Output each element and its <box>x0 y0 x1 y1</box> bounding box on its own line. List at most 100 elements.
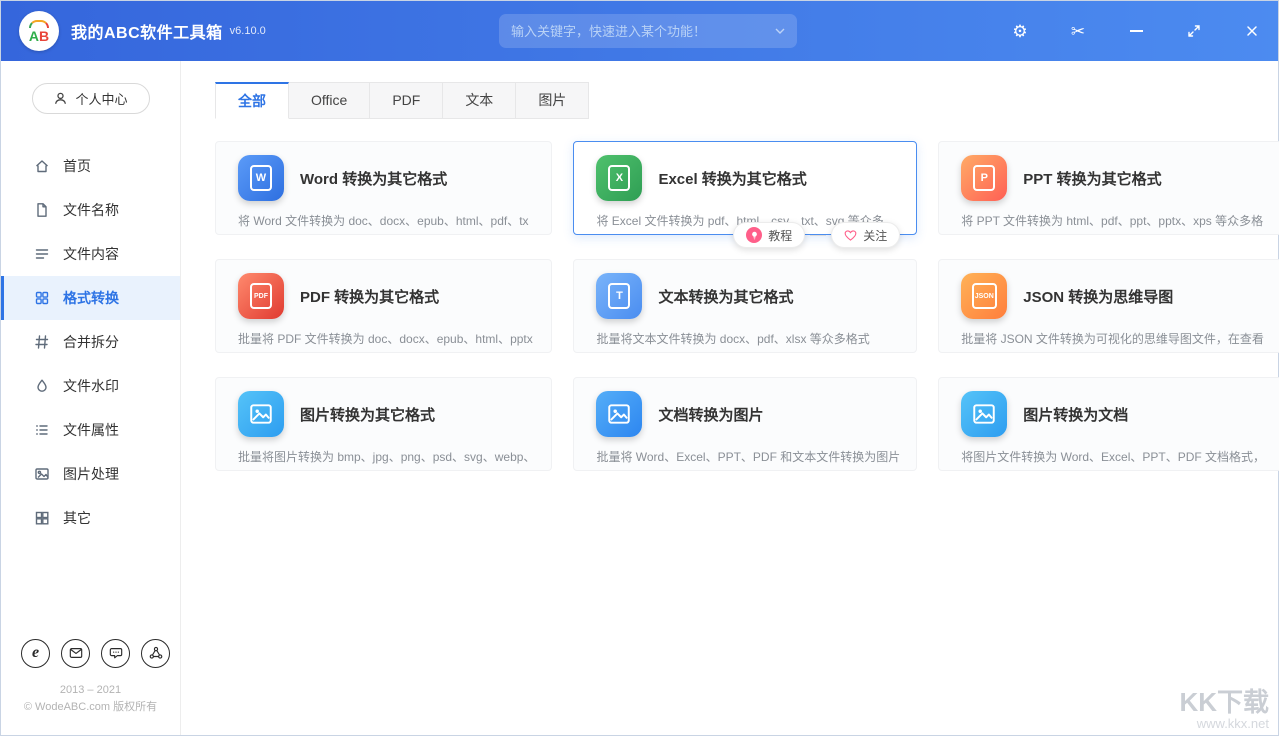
tab-office[interactable]: Office <box>289 82 370 119</box>
sidebar-item-file-watermark[interactable]: 文件水印 <box>1 364 180 408</box>
sidebar-item-merge-split[interactable]: 合并拆分 <box>1 320 180 364</box>
popover-connector <box>810 235 826 236</box>
card-doc-to-image[interactable]: 文档转换为图片 批量将 Word、Excel、PPT、PDF 和文本文件转换为图… <box>573 377 917 471</box>
excel-file-icon: X <box>596 155 642 201</box>
social-links: e <box>1 639 180 682</box>
card-desc: 批量将 Word、Excel、PPT、PDF 和文本文件转换为图片 <box>596 448 900 465</box>
tools-scissors-icon[interactable]: ✂ <box>1068 21 1088 41</box>
card-image-to-doc[interactable]: 图片转换为文档 将图片文件转换为 Word、Excel、PPT、PDF 文档格式… <box>938 377 1279 471</box>
share-icon[interactable] <box>141 639 170 668</box>
doc-to-image-icon <box>596 391 642 437</box>
card-desc: 批量将图片转换为 bmp、jpg、png、psd、svg、webp、 <box>238 448 535 465</box>
sidebar-item-file-name[interactable]: 文件名称 <box>1 188 180 232</box>
search-input[interactable] <box>511 24 775 39</box>
word-file-icon: W <box>238 155 284 201</box>
tab-image[interactable]: 图片 <box>516 82 589 119</box>
sidebar-item-format-convert[interactable]: 格式转换 <box>1 276 180 320</box>
tutorial-label: 教程 <box>768 227 792 244</box>
card-desc: 批量将文本文件转换为 docx、pdf、xlsx 等众多格式 <box>596 330 900 347</box>
card-title: PDF 转换为其它格式 <box>300 286 439 307</box>
window-controls: ⚙ ✂ <box>1010 1 1262 61</box>
main-panel: 全部 Office PDF 文本 图片 W Word 转换为其它格式 将 Wor… <box>181 61 1278 735</box>
tab-all[interactable]: 全部 <box>215 82 289 119</box>
mail-icon[interactable] <box>61 639 90 668</box>
file-attributes-icon <box>34 422 50 438</box>
others-grid-icon <box>34 510 50 526</box>
logo-rainbow-arc <box>29 20 49 28</box>
file-name-icon <box>34 202 50 218</box>
image-process-icon <box>34 466 50 482</box>
card-excel-convert[interactable]: X Excel 转换为其它格式 将 Excel 文件转换为 pdf、html、c… <box>573 141 917 235</box>
tab-pdf[interactable]: PDF <box>370 82 443 119</box>
image-file-icon <box>238 391 284 437</box>
app-version: v6.10.0 <box>230 25 266 37</box>
card-title: PPT 转换为其它格式 <box>1023 168 1161 189</box>
json-file-icon: JSON <box>961 273 1007 319</box>
follow-label: 关注 <box>863 227 887 244</box>
merge-split-icon <box>34 334 50 350</box>
chevron-down-icon[interactable] <box>775 28 785 34</box>
card-title: Excel 转换为其它格式 <box>658 168 806 189</box>
sidebar-item-home[interactable]: 首页 <box>1 144 180 188</box>
card-desc: 将图片文件转换为 Word、Excel、PPT、PDF 文档格式， <box>961 448 1265 465</box>
card-title: 文本转换为其它格式 <box>658 286 793 307</box>
close-button[interactable] <box>1242 21 1262 41</box>
card-image-convert[interactable]: 图片转换为其它格式 批量将图片转换为 bmp、jpg、png、psd、svg、w… <box>215 377 552 471</box>
watermark-drop-icon <box>34 378 50 394</box>
card-word-convert[interactable]: W Word 转换为其它格式 将 Word 文件转换为 doc、docx、epu… <box>215 141 552 235</box>
card-title: JSON 转换为思维导图 <box>1023 286 1173 307</box>
pdf-file-icon: PDF <box>238 273 284 319</box>
card-json-mindmap[interactable]: JSON JSON 转换为思维导图 批量将 JSON 文件转换为可视化的思维导图… <box>938 259 1279 353</box>
card-title: Word 转换为其它格式 <box>300 168 447 189</box>
category-tabs: 全部 Office PDF 文本 图片 <box>215 82 1240 119</box>
sidebar-item-others[interactable]: 其它 <box>1 496 180 540</box>
tab-text[interactable]: 文本 <box>443 82 516 119</box>
card-ppt-convert[interactable]: P PPT 转换为其它格式 将 PPT 文件转换为 html、pdf、ppt、p… <box>938 141 1279 235</box>
profile-center-button[interactable]: 个人中心 <box>32 83 150 114</box>
profile-label: 个人中心 <box>75 89 127 108</box>
copyright-years: 2013 – 2021 <box>1 682 180 700</box>
app-title: 我的ABC软件工具箱 <box>71 19 223 43</box>
card-hover-popover: 教程 关注 <box>733 222 900 248</box>
site-watermark: KK下载 www.kkx.net <box>1179 688 1269 731</box>
card-title: 文档转换为图片 <box>658 404 763 425</box>
watermark-url: www.kkx.net <box>1179 717 1269 731</box>
global-search[interactable] <box>499 14 797 48</box>
sidebar: 个人中心 首页 文件名称 文件内容 格式转换 <box>1 61 181 735</box>
lightbulb-icon <box>746 227 762 243</box>
sidebar-footer: e 2013 – 2021 © WodeABC.com 版权所有 <box>1 639 180 735</box>
settings-gear-icon[interactable]: ⚙ <box>1010 21 1030 41</box>
image-to-doc-icon <box>961 391 1007 437</box>
copyright: 2013 – 2021 © WodeABC.com 版权所有 <box>1 682 180 723</box>
card-title: 图片转换为文档 <box>1023 404 1128 425</box>
heart-icon <box>844 230 857 241</box>
file-content-icon <box>34 246 50 262</box>
text-file-icon: T <box>596 273 642 319</box>
minimize-button[interactable] <box>1126 21 1146 41</box>
ppt-file-icon: P <box>961 155 1007 201</box>
home-icon <box>34 158 50 174</box>
app-logo: AB <box>19 11 59 51</box>
format-convert-icon <box>34 290 50 306</box>
chat-icon[interactable] <box>101 639 130 668</box>
titlebar: AB 我的ABC软件工具箱 v6.10.0 ⚙ ✂ <box>1 1 1278 61</box>
person-icon <box>53 91 68 106</box>
sidebar-item-file-attributes[interactable]: 文件属性 <box>1 408 180 452</box>
card-desc: 将 Word 文件转换为 doc、docx、epub、html、pdf、tx <box>238 212 535 229</box>
copyright-owner: © WodeABC.com 版权所有 <box>1 699 180 717</box>
card-desc: 将 PPT 文件转换为 html、pdf、ppt、pptx、xps 等众多格 <box>961 212 1265 229</box>
card-title: 图片转换为其它格式 <box>300 404 435 425</box>
tutorial-button[interactable]: 教程 <box>733 222 805 248</box>
sidebar-item-image-process[interactable]: 图片处理 <box>1 452 180 496</box>
follow-button[interactable]: 关注 <box>831 222 900 248</box>
card-pdf-convert[interactable]: PDF PDF 转换为其它格式 批量将 PDF 文件转换为 doc、docx、e… <box>215 259 552 353</box>
card-text-convert[interactable]: T 文本转换为其它格式 批量将文本文件转换为 docx、pdf、xlsx 等众多… <box>573 259 917 353</box>
sidebar-item-file-content[interactable]: 文件内容 <box>1 232 180 276</box>
app-window: AB 我的ABC软件工具箱 v6.10.0 ⚙ ✂ 个人中 <box>0 0 1279 736</box>
card-desc: 批量将 PDF 文件转换为 doc、docx、epub、html、pptx <box>238 330 535 347</box>
sidebar-nav: 首页 文件名称 文件内容 格式转换 合并拆分 <box>1 144 180 540</box>
maximize-button[interactable] <box>1184 21 1204 41</box>
ie-browser-icon[interactable]: e <box>21 639 50 668</box>
tool-card-grid: W Word 转换为其它格式 将 Word 文件转换为 doc、docx、epu… <box>215 141 1240 471</box>
card-desc: 批量将 JSON 文件转换为可视化的思维导图文件，在查看 <box>961 330 1265 347</box>
